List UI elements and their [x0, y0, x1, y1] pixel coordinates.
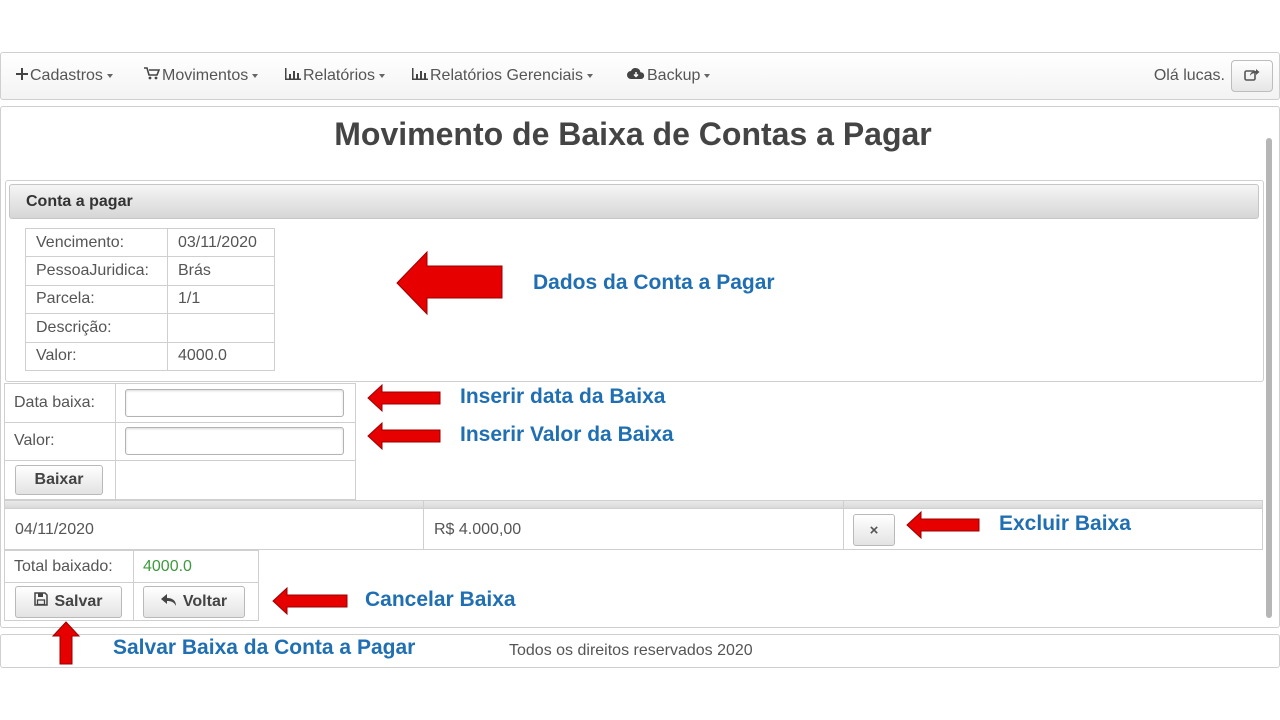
- annotation-arrow-left: [906, 510, 980, 540]
- column-divider: [423, 501, 424, 549]
- back-button[interactable]: Voltar: [143, 585, 245, 618]
- bar-chart-icon: [412, 53, 428, 99]
- annotation-arrow-left: [367, 421, 441, 451]
- nav-backup[interactable]: Backup: [627, 53, 711, 99]
- annotation-cancelar: Cancelar Baixa: [365, 588, 516, 611]
- table-row: Valor:: [4, 421, 356, 461]
- date-cell: [115, 383, 356, 423]
- plus-icon: [16, 53, 28, 99]
- table-row: Salvar Voltar: [4, 582, 259, 621]
- table-row: Parcela: 1/1: [25, 284, 275, 315]
- save-button[interactable]: Salvar: [15, 585, 122, 618]
- detail-label: Parcela:: [25, 284, 168, 315]
- conta-panel-header: [9, 184, 1259, 219]
- value-label: Valor:: [4, 421, 116, 461]
- back-cell: Voltar: [133, 582, 259, 621]
- table-row: Total baixado: 4000.0: [4, 550, 259, 583]
- baixar-cell: Baixar: [4, 460, 116, 500]
- caret-down-icon: [379, 73, 386, 78]
- bar-chart-icon: [285, 53, 301, 99]
- annotation-inserir-data: Inserir data da Baixa: [460, 385, 666, 408]
- detail-value: 03/11/2020: [167, 227, 275, 258]
- table-row: Descrição:: [25, 313, 275, 343]
- caret-down-icon: [252, 73, 259, 78]
- detail-value: 1/1: [167, 284, 275, 315]
- detail-label: Valor:: [25, 341, 168, 371]
- baixa-amount: R$ 4.000,00: [434, 521, 522, 538]
- total-value: 4000.0: [133, 550, 259, 583]
- floppy-disk-icon: [34, 592, 49, 611]
- date-input[interactable]: [125, 388, 344, 417]
- nav-backup-label: Backup: [647, 67, 701, 84]
- annotation-arrow-left: [396, 250, 503, 316]
- baixa-date: 04/11/2020: [15, 521, 94, 538]
- reply-arrow-icon: [160, 593, 177, 611]
- value-input[interactable]: [125, 427, 344, 456]
- save-button-label: Salvar: [54, 592, 103, 610]
- total-label: Total baixado:: [4, 550, 134, 583]
- table-row: Baixar: [4, 460, 356, 500]
- date-label: Data baixa:: [4, 383, 116, 423]
- cloud-download-icon: [627, 53, 645, 99]
- cart-icon: [144, 53, 161, 99]
- empty-cell: [115, 460, 356, 500]
- value-cell: [115, 421, 356, 461]
- save-cell: Salvar: [4, 582, 134, 621]
- annotation-excluir: Excluir Baixa: [999, 512, 1131, 535]
- detail-label: Descrição:: [25, 313, 168, 343]
- back-button-label: Voltar: [182, 592, 228, 610]
- totals-table: Total baixado: 4000.0 Salvar Voltar: [4, 550, 259, 621]
- close-icon: ×: [869, 521, 879, 539]
- delete-baixa-button[interactable]: ×: [853, 514, 895, 546]
- nav-movimentos[interactable]: Movimentos: [144, 53, 259, 99]
- table-row: Data baixa:: [4, 383, 356, 423]
- annotation-arrow-up: [51, 621, 81, 665]
- annotation-arrow-left: [367, 383, 441, 413]
- caret-down-icon: [704, 73, 711, 78]
- baixar-button[interactable]: Baixar: [15, 464, 103, 495]
- nav-relatorios-label: Relatórios: [303, 67, 376, 84]
- page-title: Movimento de Baixa de Contas a Pagar: [334, 116, 932, 152]
- table-row: PessoaJuridica: Brás: [25, 256, 275, 286]
- column-divider: [843, 501, 844, 549]
- nav-cadastros-label: Cadastros: [30, 67, 103, 84]
- detail-value: 4000.0: [167, 341, 275, 371]
- nav-movimentos-label: Movimentos: [162, 67, 249, 84]
- scrollbar[interactable]: [1266, 138, 1272, 618]
- baixas-table-header: [5, 501, 1262, 509]
- logout-button[interactable]: [1231, 60, 1273, 92]
- annotation-inserir-valor: Inserir Valor da Baixa: [460, 423, 674, 446]
- baixa-form: Data baixa: Valor: Baixar: [4, 383, 356, 500]
- detail-label: Vencimento:: [25, 227, 168, 258]
- nav-relatorios[interactable]: Relatórios: [285, 53, 386, 99]
- annotation-arrow-left: [272, 586, 348, 616]
- caret-down-icon: [106, 73, 113, 78]
- nav-relatorios-gerenciais[interactable]: Relatórios Gerenciais: [412, 53, 593, 99]
- annotation-dados: Dados da Conta a Pagar: [533, 271, 775, 294]
- detail-value: Brás: [167, 256, 275, 286]
- share-icon: [1244, 67, 1260, 86]
- conta-panel-title: Conta a pagar: [26, 193, 133, 210]
- nav-relatorios-gerenciais-label: Relatórios Gerenciais: [430, 67, 583, 84]
- table-row: Vencimento: 03/11/2020: [25, 227, 275, 258]
- user-greeting: Olá lucas.: [1153, 67, 1225, 84]
- nav-cadastros[interactable]: Cadastros: [16, 53, 113, 99]
- footer-text: Todos os direitos reservados 2020: [509, 642, 753, 659]
- caret-down-icon: [586, 73, 593, 78]
- detail-label: PessoaJuridica:: [25, 256, 168, 286]
- detail-value: [167, 313, 275, 343]
- annotation-salvar: Salvar Baixa da Conta a Pagar: [113, 636, 416, 659]
- table-row: Valor: 4000.0: [25, 341, 275, 371]
- top-navbar: Cadastros Movimentos Relatórios Relatóri…: [0, 52, 1280, 100]
- conta-details-table: Vencimento: 03/11/2020 PessoaJuridica: B…: [25, 227, 275, 371]
